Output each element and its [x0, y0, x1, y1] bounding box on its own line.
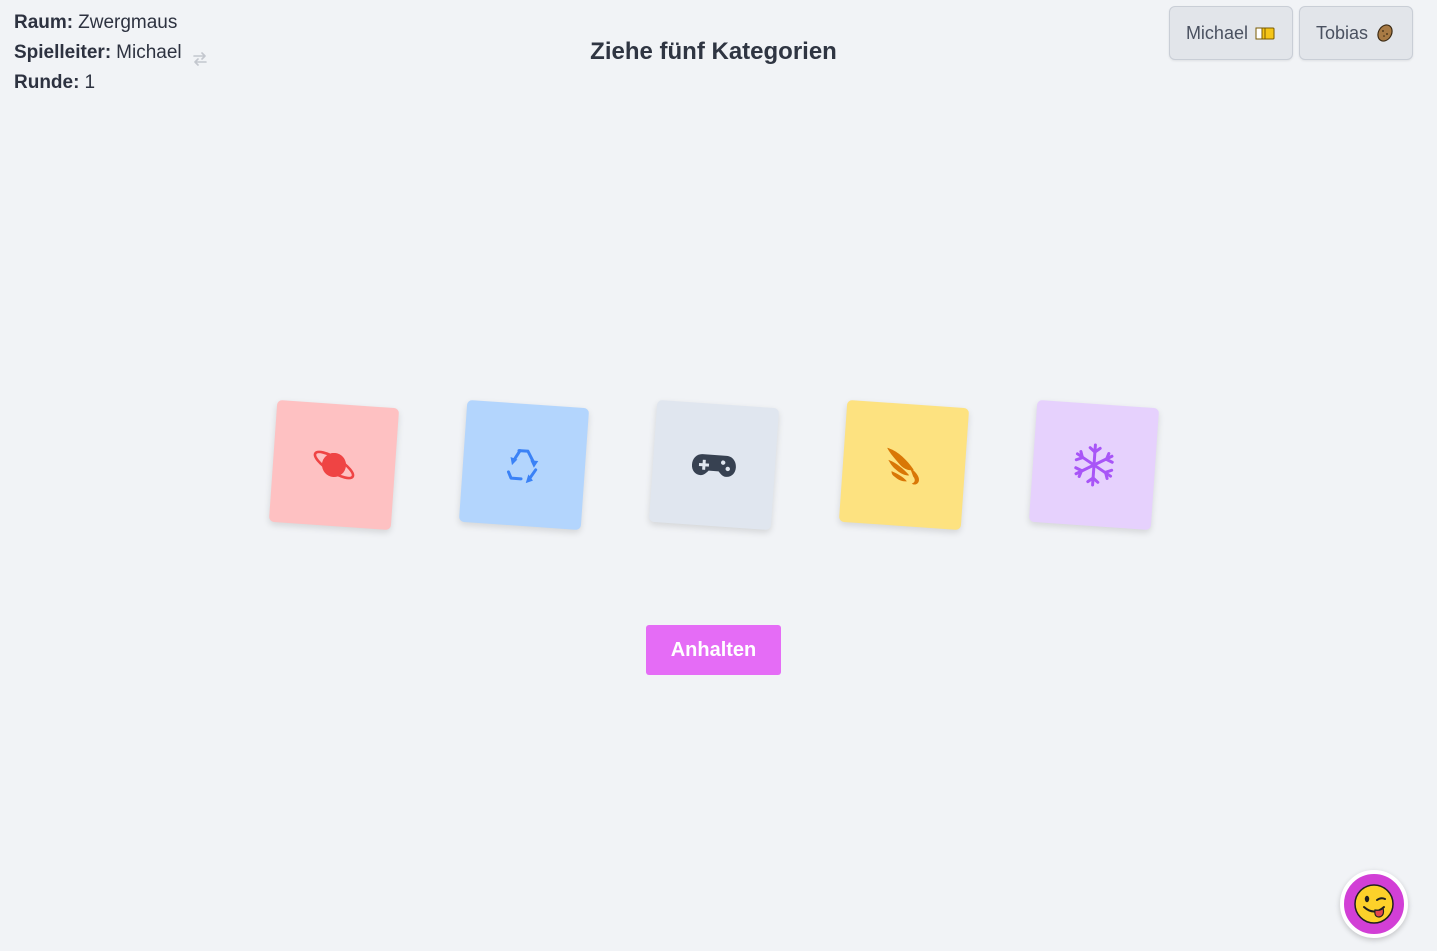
emoji-reaction-button[interactable]	[1340, 870, 1408, 938]
category-card-recycle[interactable]	[458, 399, 590, 531]
category-card-planet[interactable]	[268, 399, 400, 531]
winking-tongue-face-icon	[1354, 884, 1394, 924]
planet-icon	[313, 450, 355, 480]
category-card-gamepad[interactable]	[648, 399, 780, 531]
recycle-icon	[506, 449, 539, 484]
category-card-snowflake[interactable]	[1028, 399, 1160, 531]
stop-button[interactable]: Anhalten	[646, 625, 781, 675]
category-card-wing[interactable]	[838, 399, 970, 531]
gamepad-icon	[691, 454, 736, 477]
snowflake-icon	[1074, 443, 1114, 487]
wing-icon	[887, 447, 919, 485]
category-cards	[0, 0, 1437, 951]
